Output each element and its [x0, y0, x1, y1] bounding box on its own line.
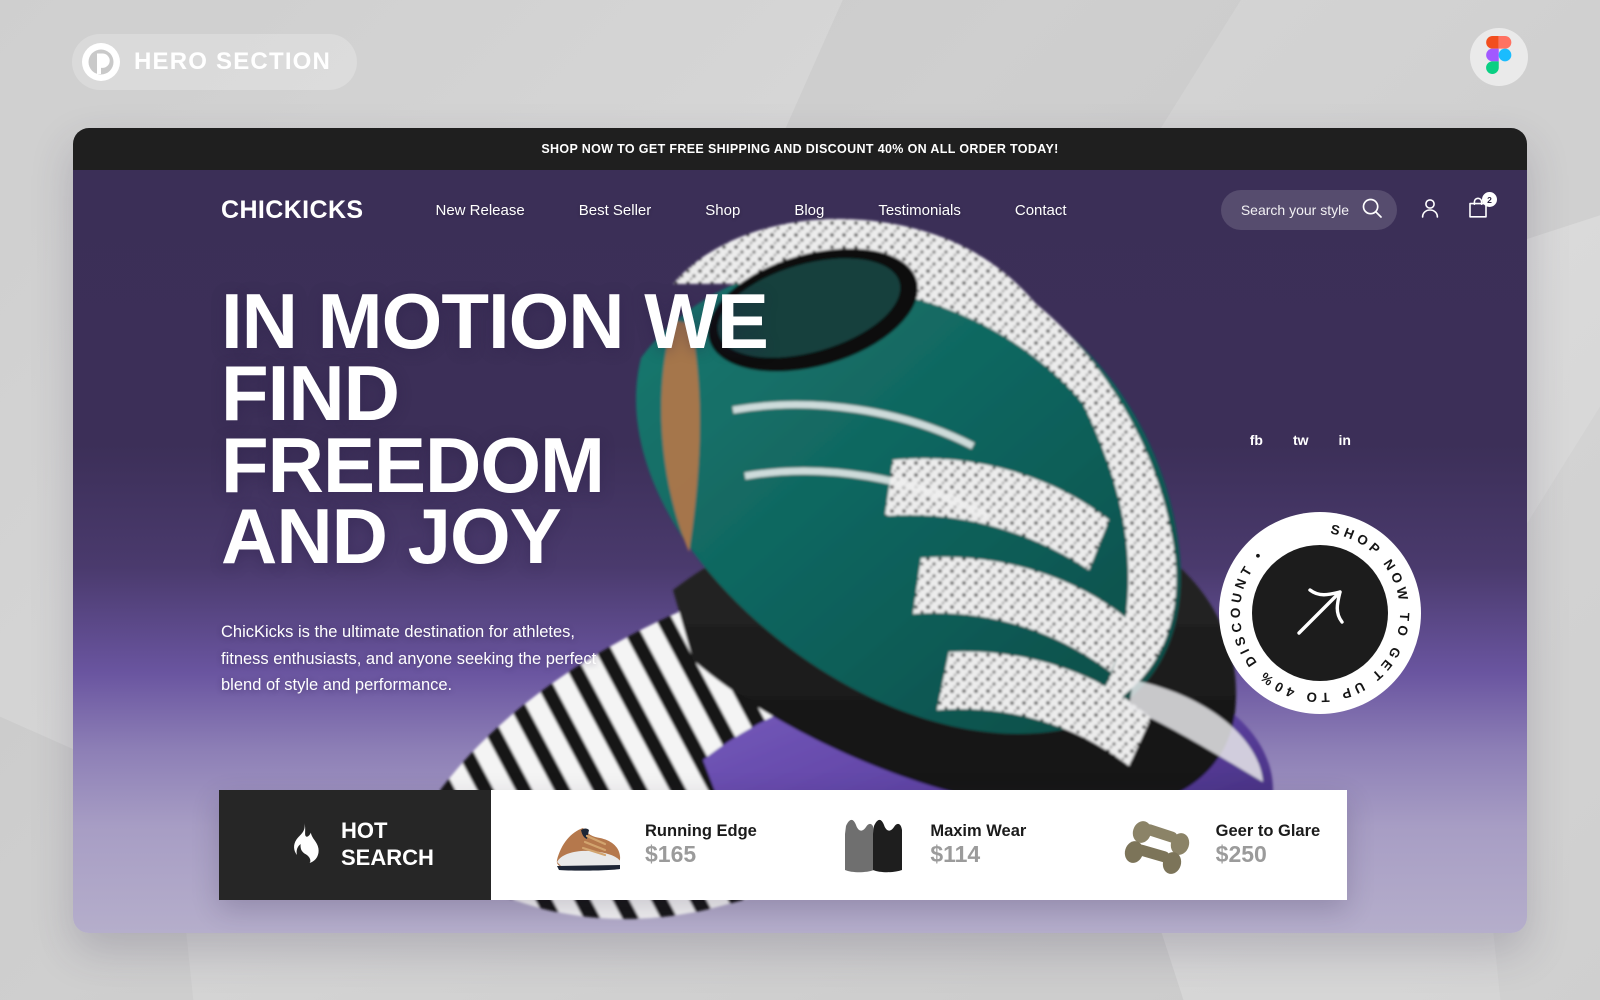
hot-search-title-line-2: SEARCH: [341, 845, 434, 870]
product-meta: Maxim Wear $114: [930, 822, 1061, 868]
product-meta: Geer to Glare $250: [1216, 822, 1347, 868]
description-line-1: ChicKicks is the ultimate destination fo…: [221, 623, 576, 641]
cart-button[interactable]: 2: [1463, 192, 1497, 225]
brand-logo[interactable]: CHICKICKS: [221, 196, 364, 225]
social-link-facebook[interactable]: fb: [1250, 432, 1263, 448]
sneaker-icon: [547, 804, 629, 886]
page-title: IN MOTION WE FIND FREEDOM AND JOY: [221, 277, 773, 581]
hot-search-label: HOT SEARCH: [219, 790, 491, 900]
product-meta: Running Edge $165: [645, 822, 776, 868]
hot-search-title-line-1: HOT: [341, 818, 388, 844]
figma-logo-icon: [1486, 35, 1512, 79]
promo-badge-center: [1252, 545, 1388, 681]
social-link-linkedin[interactable]: in: [1339, 432, 1351, 448]
product-name: Geer to Glare: [1215, 822, 1321, 840]
nav-links: New Release Best Seller Shop Blog Testim…: [436, 194, 1221, 227]
headline-line-1: IN MOTION WE: [221, 277, 769, 365]
headline-line-2: FIND FREEDOM: [221, 348, 605, 509]
hot-search-bar: HOT SEARCH Running Edge $165 Maxim Wear …: [219, 790, 1347, 900]
social-links: fb tw in: [1250, 432, 1351, 448]
hero-copy: IN MOTION WE FIND FREEDOM AND JOY ChicKi…: [73, 250, 773, 699]
nav-actions: Search your style 2: [1220, 190, 1497, 230]
flame-icon: [285, 822, 321, 869]
hot-search-items: Running Edge $165 Maxim Wear $114 Geer t…: [491, 790, 1347, 900]
nav-item-blog[interactable]: Blog: [794, 194, 824, 227]
user-icon: [1418, 196, 1442, 225]
product-price: $165: [645, 841, 697, 867]
figma-logo-badge: [1470, 28, 1528, 86]
social-link-twitter[interactable]: tw: [1293, 432, 1309, 448]
nav-item-best-seller[interactable]: Best Seller: [579, 194, 652, 227]
product-price: $114: [930, 841, 981, 867]
nav-item-new-release[interactable]: New Release: [436, 194, 525, 227]
search-placeholder: Search your style: [1240, 202, 1349, 218]
tanktop-icon: [832, 804, 914, 886]
promo-discount-badge[interactable]: SHOP NOW TO GET UP TO 40% DISCOUNT •: [1219, 512, 1421, 714]
nav-item-contact[interactable]: Contact: [1015, 194, 1067, 227]
product-name: Running Edge: [645, 822, 757, 840]
nav-item-shop[interactable]: Shop: [705, 194, 740, 227]
search-icon[interactable]: [1361, 197, 1383, 224]
hero-description: ChicKicks is the ultimate destination fo…: [221, 619, 641, 699]
hero-section-label-chip: HERO SECTION: [72, 34, 358, 90]
headline-line-3: AND JOY: [221, 492, 562, 581]
list-item[interactable]: Running Edge $165: [491, 804, 776, 886]
product-price: $250: [1215, 841, 1267, 867]
pitch-logo-icon: [82, 43, 120, 81]
list-item[interactable]: Maxim Wear $114: [776, 804, 1061, 886]
hero-section-label-text: HERO SECTION: [134, 48, 332, 75]
description-line-2: fitness enthusiasts, and anyone seeking …: [221, 649, 597, 668]
product-name: Maxim Wear: [930, 822, 1027, 840]
description-line-3: blend of style and performance.: [221, 676, 453, 695]
nav-item-testimonials[interactable]: Testimonials: [878, 194, 961, 227]
announcement-text: SHOP NOW TO GET FREE SHIPPING AND DISCOU…: [541, 142, 1059, 156]
dumbbell-icon: [1118, 804, 1200, 886]
hero-body: CHICKICKS New Release Best Seller Shop B…: [73, 170, 1527, 933]
announcement-bar: SHOP NOW TO GET FREE SHIPPING AND DISCOU…: [73, 128, 1527, 170]
arrow-up-right-icon: [1283, 574, 1357, 653]
list-item[interactable]: Geer to Glare $250: [1062, 804, 1347, 886]
account-button[interactable]: [1415, 195, 1445, 225]
hot-search-title: HOT SEARCH: [341, 818, 434, 872]
hero-frame: SHOP NOW TO GET FREE SHIPPING AND DISCOU…: [73, 128, 1527, 933]
cart-count-badge: 2: [1482, 192, 1497, 207]
search-input[interactable]: Search your style: [1220, 190, 1397, 230]
site-navbar: CHICKICKS New Release Best Seller Shop B…: [73, 170, 1527, 250]
